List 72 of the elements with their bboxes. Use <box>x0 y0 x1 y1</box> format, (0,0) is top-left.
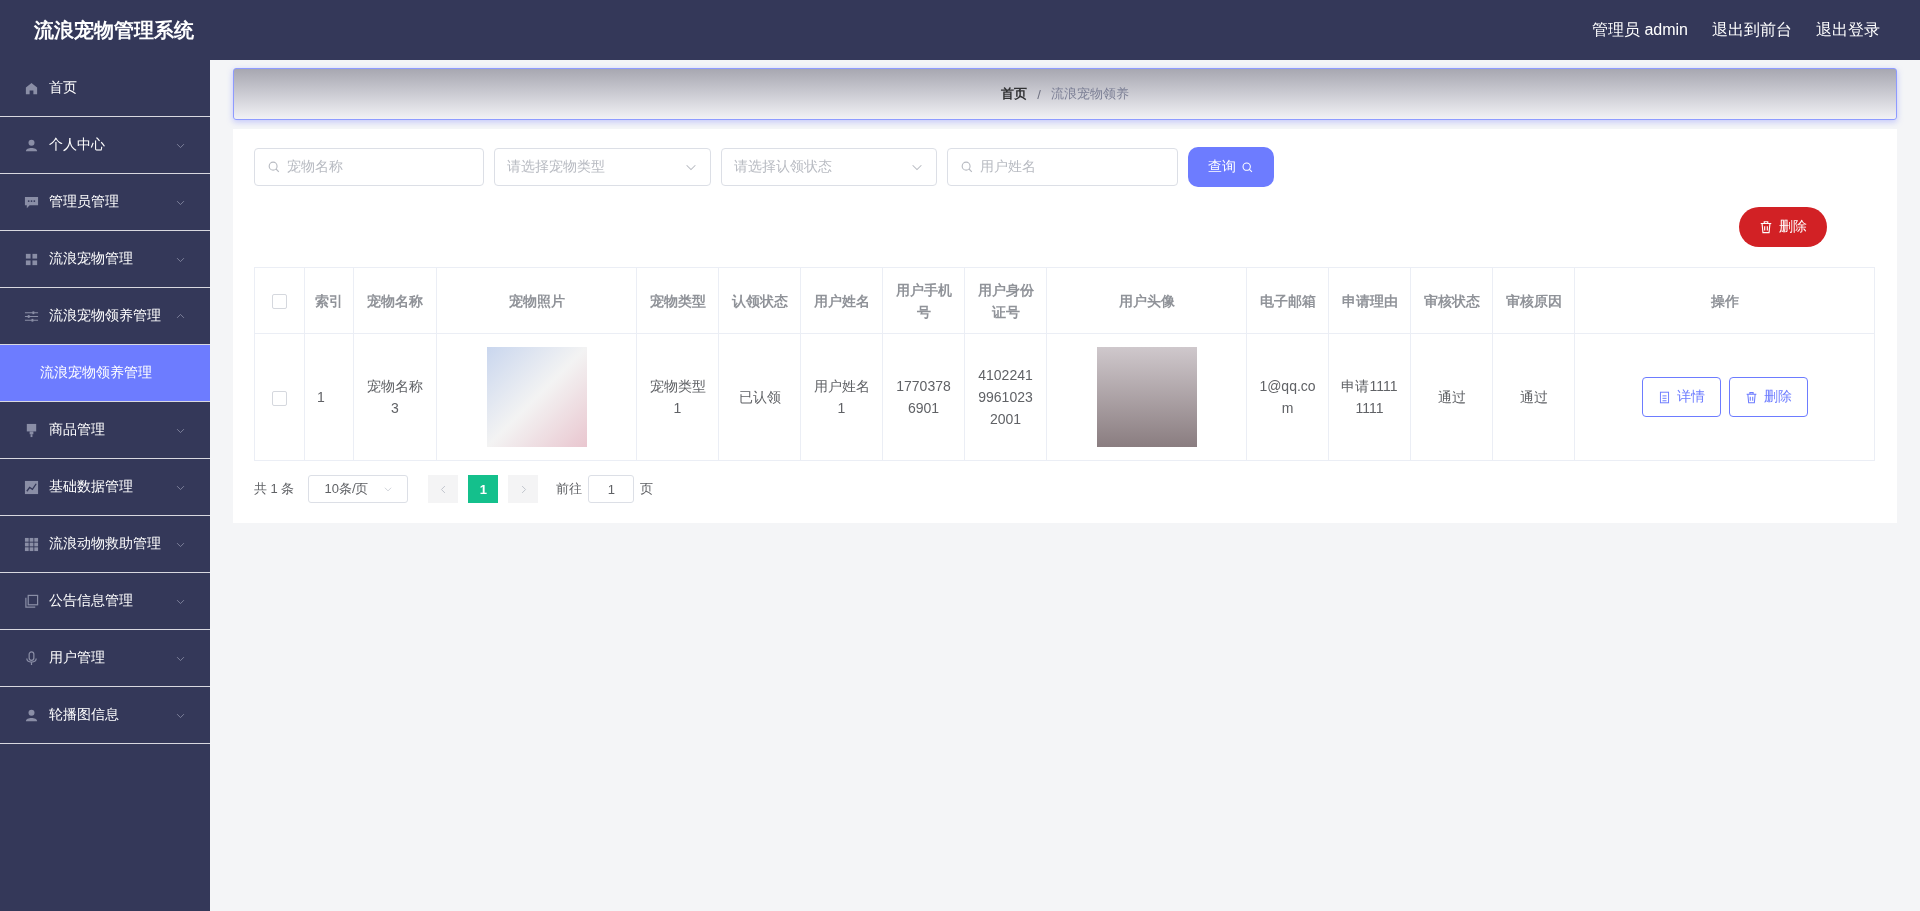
column-header: 审核状态 <box>1410 267 1493 334</box>
chevron-down-icon <box>382 484 393 494</box>
sidebar-item[interactable]: 首页 <box>0 60 210 117</box>
column-header: 宠物名称 <box>353 267 437 334</box>
table-cell: 宠物类型1 <box>636 333 719 461</box>
search-icon <box>1241 160 1254 174</box>
table-cell: 17703786901 <box>882 333 965 461</box>
home-icon <box>24 80 39 96</box>
breadcrumb-separator: / <box>1037 86 1041 102</box>
header-link[interactable]: 管理员 admin <box>1591 19 1688 41</box>
column-header: 用户头像 <box>1046 267 1247 334</box>
column-header: 索引 <box>304 267 354 334</box>
query-button[interactable]: 查询 <box>1188 147 1274 187</box>
submenu-item[interactable]: 流浪宠物领养管理 <box>0 345 210 402</box>
table-cell: 用户姓名1 <box>800 333 883 461</box>
page-input[interactable]: 1 <box>588 475 635 503</box>
checkbox[interactable] <box>272 294 287 310</box>
table-cell: 通过 <box>1410 333 1493 461</box>
user-icon <box>24 137 39 153</box>
column-header: 宠物类型 <box>636 267 719 334</box>
column-header: 审核原因 <box>1492 267 1575 334</box>
grid-icon <box>24 536 39 552</box>
column-header: 用户姓名 <box>800 267 883 334</box>
column-header: 认领状态 <box>718 267 801 334</box>
table-cell: 410224199610232001 <box>964 333 1047 461</box>
table-cell: 1@qq.com <box>1246 333 1329 461</box>
grid-icon <box>24 251 39 267</box>
brush-icon <box>24 422 39 438</box>
table-cell: 申请11111111 <box>1328 333 1411 461</box>
checkbox[interactable] <box>272 390 287 406</box>
table-cell: 通过 <box>1492 333 1575 461</box>
header-link[interactable]: 退出登录 <box>1816 19 1880 41</box>
table-cell: 1 <box>304 333 354 461</box>
page-suffix: 页 <box>640 480 654 498</box>
user-icon <box>24 707 39 723</box>
table-cell: 宠物名称3 <box>353 333 437 461</box>
sidebar-item[interactable]: 流浪宠物管理 <box>0 231 210 288</box>
header-link[interactable]: 退出到前台 <box>1712 19 1792 41</box>
sidebar-item[interactable]: 管理员管理 <box>0 174 210 231</box>
sidebar-item[interactable]: 个人中心 <box>0 117 210 174</box>
search-icon <box>960 160 974 174</box>
column-header: 电子邮箱 <box>1246 267 1329 334</box>
sidebar-item[interactable]: 公告信息管理 <box>0 573 210 630</box>
breadcrumb-item[interactable]: 首页 <box>1001 85 1028 103</box>
total-count: 共 1 条 <box>254 480 295 498</box>
trash-icon <box>1744 390 1758 404</box>
column-header: 用户身份证号 <box>964 267 1047 334</box>
document-icon <box>1657 390 1671 404</box>
app-title: 流浪宠物管理系统 <box>34 17 194 43</box>
sidebar-item[interactable]: 轮播图信息 <box>0 687 210 744</box>
sidebar-item[interactable]: 基础数据管理 <box>0 459 210 516</box>
sidebar-item[interactable]: 用户管理 <box>0 630 210 687</box>
goto-label: 前往 <box>556 480 583 498</box>
details-button[interactable]: 详情 <box>1641 377 1721 417</box>
delete-button[interactable]: 删除 <box>1728 377 1808 417</box>
copy-icon <box>24 593 39 609</box>
search-icon <box>267 160 281 174</box>
column-header: 用户手机号 <box>882 267 965 334</box>
trash-icon <box>1759 220 1773 234</box>
column-header: 申请理由 <box>1328 267 1411 334</box>
chart-icon <box>24 479 39 495</box>
column-header: 宠物照片 <box>436 267 637 334</box>
page-size-select[interactable]: 10条/页 <box>308 475 409 503</box>
sliders-icon <box>24 308 39 324</box>
breadcrumb-item: 流浪宠物领养 <box>1050 85 1129 103</box>
table-cell: 已认领 <box>718 333 801 461</box>
microphone-icon <box>24 650 39 666</box>
sidebar-item[interactable]: 商品管理 <box>0 402 210 459</box>
sidebar-item[interactable]: 流浪动物救助管理 <box>0 516 210 573</box>
column-header: 操作 <box>1574 267 1875 334</box>
chat-icon <box>24 194 39 210</box>
delete-button[interactable]: 删除 <box>1739 207 1827 247</box>
